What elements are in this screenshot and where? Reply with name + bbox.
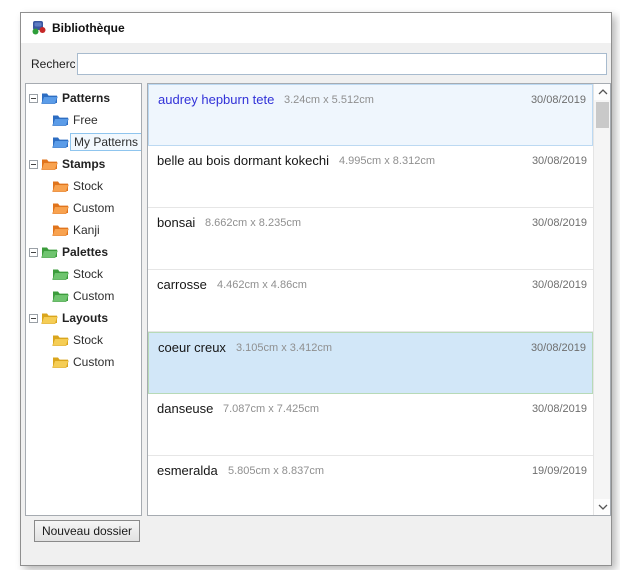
sidebar-item-patterns[interactable]: Patterns bbox=[26, 87, 141, 109]
sidebar-item-stock[interactable]: Stock bbox=[26, 175, 141, 197]
folder-icon bbox=[52, 179, 69, 193]
sidebar-item-kanji[interactable]: Kanji bbox=[26, 219, 141, 241]
collapse-icon[interactable] bbox=[29, 160, 38, 169]
tree-child-label: Kanji bbox=[73, 223, 100, 237]
item-date: 30/08/2019 bbox=[532, 155, 587, 167]
folder-icon bbox=[52, 355, 69, 369]
library-window: Bibliothèque Recherc Patterns Free My Pa… bbox=[20, 12, 612, 566]
sidebar-item-palettes[interactable]: Palettes bbox=[26, 241, 141, 263]
search-input[interactable] bbox=[77, 53, 607, 75]
sidebar-item-free[interactable]: Free bbox=[26, 109, 141, 131]
tree-group-label: Layouts bbox=[62, 311, 108, 325]
list-item-audrey-hepburn-tete[interactable]: audrey hepburn tete 3.24cm x 5.512cm 30/… bbox=[148, 84, 593, 146]
item-dimensions: 8.662cm x 8.235cm bbox=[205, 217, 301, 229]
list-item-danseuse[interactable]: danseuse 7.087cm x 7.425cm 30/08/2019 bbox=[148, 394, 593, 456]
folder-icon bbox=[52, 223, 69, 237]
item-dimensions: 7.087cm x 7.425cm bbox=[223, 403, 319, 415]
item-date: 30/08/2019 bbox=[532, 403, 587, 415]
tree-group-label: Palettes bbox=[62, 245, 108, 259]
tree-group-label: Patterns bbox=[62, 91, 110, 105]
tree-child-label: Custom bbox=[73, 355, 114, 369]
tree-child-label: My Patterns bbox=[70, 133, 142, 151]
item-name: carrosse bbox=[157, 277, 207, 292]
search-label: Recherc bbox=[31, 57, 75, 71]
folder-tree: Patterns Free My Patterns Stamps bbox=[25, 83, 142, 516]
scroll-down-arrow-icon[interactable] bbox=[594, 499, 611, 515]
sidebar-item-stock[interactable]: Stock bbox=[26, 263, 141, 285]
folder-icon bbox=[52, 333, 69, 347]
list-item-belle-au-bois-dormant-kokechi[interactable]: belle au bois dormant kokechi 4.995cm x … bbox=[148, 146, 593, 208]
item-dimensions: 3.105cm x 3.412cm bbox=[236, 342, 332, 354]
list-item-bonsai[interactable]: bonsai 8.662cm x 8.235cm 30/08/2019 bbox=[148, 208, 593, 270]
collapse-icon[interactable] bbox=[29, 94, 38, 103]
folder-icon bbox=[41, 245, 58, 259]
folder-icon bbox=[52, 113, 69, 127]
app-icon bbox=[30, 20, 46, 36]
folder-icon bbox=[41, 91, 58, 105]
sidebar-item-stock[interactable]: Stock bbox=[26, 329, 141, 351]
window-title: Bibliothèque bbox=[52, 21, 125, 35]
item-dimensions: 3.24cm x 5.512cm bbox=[284, 94, 374, 106]
collapse-icon[interactable] bbox=[29, 314, 38, 323]
list-item-coeur-creux[interactable]: coeur creux 3.105cm x 3.412cm 30/08/2019 bbox=[148, 332, 593, 394]
sidebar-item-custom[interactable]: Custom bbox=[26, 197, 141, 219]
tree-group: Layouts Stock Custom bbox=[26, 307, 141, 373]
tree-child-label: Stock bbox=[73, 267, 103, 281]
list-item-esmeralda[interactable]: esmeralda 5.805cm x 8.837cm 19/09/2019 bbox=[148, 456, 593, 515]
item-date: 30/08/2019 bbox=[532, 217, 587, 229]
tree-group: Patterns Free My Patterns bbox=[26, 87, 141, 153]
item-name: esmeralda bbox=[157, 463, 218, 478]
sidebar-item-custom[interactable]: Custom bbox=[26, 351, 141, 373]
item-name: belle au bois dormant kokechi bbox=[157, 153, 329, 168]
sidebar-item-layouts[interactable]: Layouts bbox=[26, 307, 141, 329]
tree-child-label: Custom bbox=[73, 201, 114, 215]
folder-icon bbox=[52, 267, 69, 281]
titlebar: Bibliothèque bbox=[21, 13, 611, 43]
folder-icon bbox=[52, 201, 69, 215]
tree-child-label: Stock bbox=[73, 333, 103, 347]
tree-child-label: Stock bbox=[73, 179, 103, 193]
item-name: bonsai bbox=[157, 215, 195, 230]
tree-child-label: Custom bbox=[73, 289, 114, 303]
item-dimensions: 5.805cm x 8.837cm bbox=[228, 465, 324, 477]
sidebar-item-my-patterns[interactable]: My Patterns bbox=[26, 131, 141, 153]
collapse-icon[interactable] bbox=[29, 248, 38, 257]
item-dimensions: 4.995cm x 8.312cm bbox=[339, 155, 435, 167]
item-date: 30/08/2019 bbox=[531, 342, 586, 354]
new-folder-button[interactable]: Nouveau dossier bbox=[34, 520, 140, 542]
pattern-list: audrey hepburn tete 3.24cm x 5.512cm 30/… bbox=[148, 84, 593, 515]
scroll-up-arrow-icon[interactable] bbox=[594, 84, 611, 100]
item-name: audrey hepburn tete bbox=[158, 92, 274, 107]
tree-child-label: Free bbox=[73, 113, 98, 127]
item-name: danseuse bbox=[157, 401, 213, 416]
item-date: 30/08/2019 bbox=[531, 94, 586, 106]
tree-group: Palettes Stock Custom bbox=[26, 241, 141, 307]
scrollbar-thumb[interactable] bbox=[596, 102, 609, 128]
item-name: coeur creux bbox=[158, 340, 226, 355]
scrollbar[interactable] bbox=[593, 84, 610, 515]
folder-icon bbox=[52, 135, 69, 149]
list-item-carrosse[interactable]: carrosse 4.462cm x 4.86cm 30/08/2019 bbox=[148, 270, 593, 332]
item-date: 19/09/2019 bbox=[532, 465, 587, 477]
tree-group: Stamps Stock Custom Kanji bbox=[26, 153, 141, 241]
sidebar-item-stamps[interactable]: Stamps bbox=[26, 153, 141, 175]
tree-group-label: Stamps bbox=[62, 157, 105, 171]
item-date: 30/08/2019 bbox=[532, 279, 587, 291]
folder-icon bbox=[41, 157, 58, 171]
sidebar-item-custom[interactable]: Custom bbox=[26, 285, 141, 307]
folder-icon bbox=[52, 289, 69, 303]
pattern-list-panel: audrey hepburn tete 3.24cm x 5.512cm 30/… bbox=[147, 83, 611, 516]
item-dimensions: 4.462cm x 4.86cm bbox=[217, 279, 307, 291]
folder-icon bbox=[41, 311, 58, 325]
